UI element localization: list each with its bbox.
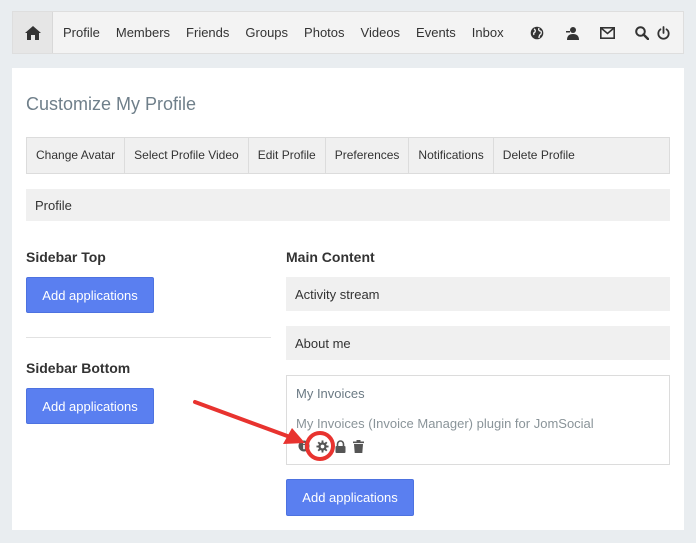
user-icon (566, 26, 580, 40)
app-delete-button[interactable] (350, 438, 366, 454)
mail-icon (599, 26, 615, 39)
nav-profile[interactable]: Profile (53, 12, 108, 53)
sidebar-top-add-applications-button[interactable]: Add applications (26, 277, 154, 313)
globe-icon (530, 26, 544, 39)
home-icon (24, 25, 41, 40)
profile-tabs: Change Avatar Select Profile Video Edit … (26, 137, 670, 174)
tab-delete-profile[interactable]: Delete Profile (494, 138, 584, 173)
trash-icon (352, 439, 364, 453)
app-privacy-button[interactable] (332, 438, 348, 454)
logout-button[interactable] (651, 12, 675, 53)
nav-members[interactable]: Members (108, 12, 178, 53)
tab-select-profile-video[interactable]: Select Profile Video (125, 138, 249, 173)
tab-change-avatar[interactable]: Change Avatar (27, 138, 126, 173)
sidebar-top-title: Sidebar Top (26, 249, 106, 265)
tab-preferences[interactable]: Preferences (326, 138, 410, 173)
mail-button[interactable] (590, 12, 625, 53)
user-button[interactable] (555, 12, 590, 53)
nav-events[interactable]: Events (408, 12, 464, 53)
gear-icon (315, 439, 329, 453)
app-actions (296, 438, 368, 454)
nav-friends[interactable]: Friends (178, 12, 237, 53)
search-icon (635, 25, 650, 40)
app-about-me[interactable]: About me (286, 326, 670, 360)
tab-edit-profile[interactable]: Edit Profile (249, 138, 326, 173)
nav-photos[interactable]: Photos (296, 12, 352, 53)
profile-app-bar[interactable]: Profile (26, 189, 670, 221)
app-settings-button[interactable] (314, 438, 330, 454)
customize-profile-card: Customize My Profile Change Avatar Selec… (12, 68, 684, 530)
tab-notifications[interactable]: Notifications (409, 138, 494, 173)
main-content-title: Main Content (286, 249, 375, 265)
nav-videos[interactable]: Videos (353, 12, 409, 53)
app-my-invoices-title: My Invoices (296, 386, 365, 401)
app-info-button[interactable] (296, 438, 312, 454)
app-my-invoices-description: My Invoices (Invoice Manager) plugin for… (296, 416, 594, 431)
top-navbar: Profile Members Friends Groups Photos Vi… (12, 11, 684, 54)
sidebar-bottom-add-applications-button[interactable]: Add applications (26, 388, 154, 424)
nav-inbox[interactable]: Inbox (464, 12, 512, 53)
globe-button[interactable] (520, 12, 555, 53)
page-title: Customize My Profile (26, 94, 197, 114)
app-activity-stream[interactable]: Activity stream (286, 277, 670, 311)
sidebar-bottom-title: Sidebar Bottom (26, 360, 131, 376)
lock-icon (335, 439, 345, 453)
sidebar-divider (26, 337, 271, 338)
info-icon (298, 440, 310, 452)
nav-groups[interactable]: Groups (237, 12, 296, 53)
app-my-invoices: My Invoices My Invoices (Invoice Manager… (286, 375, 670, 465)
main-content-add-applications-button[interactable]: Add applications (286, 479, 414, 516)
power-icon (656, 25, 670, 40)
home-button[interactable] (13, 12, 53, 53)
